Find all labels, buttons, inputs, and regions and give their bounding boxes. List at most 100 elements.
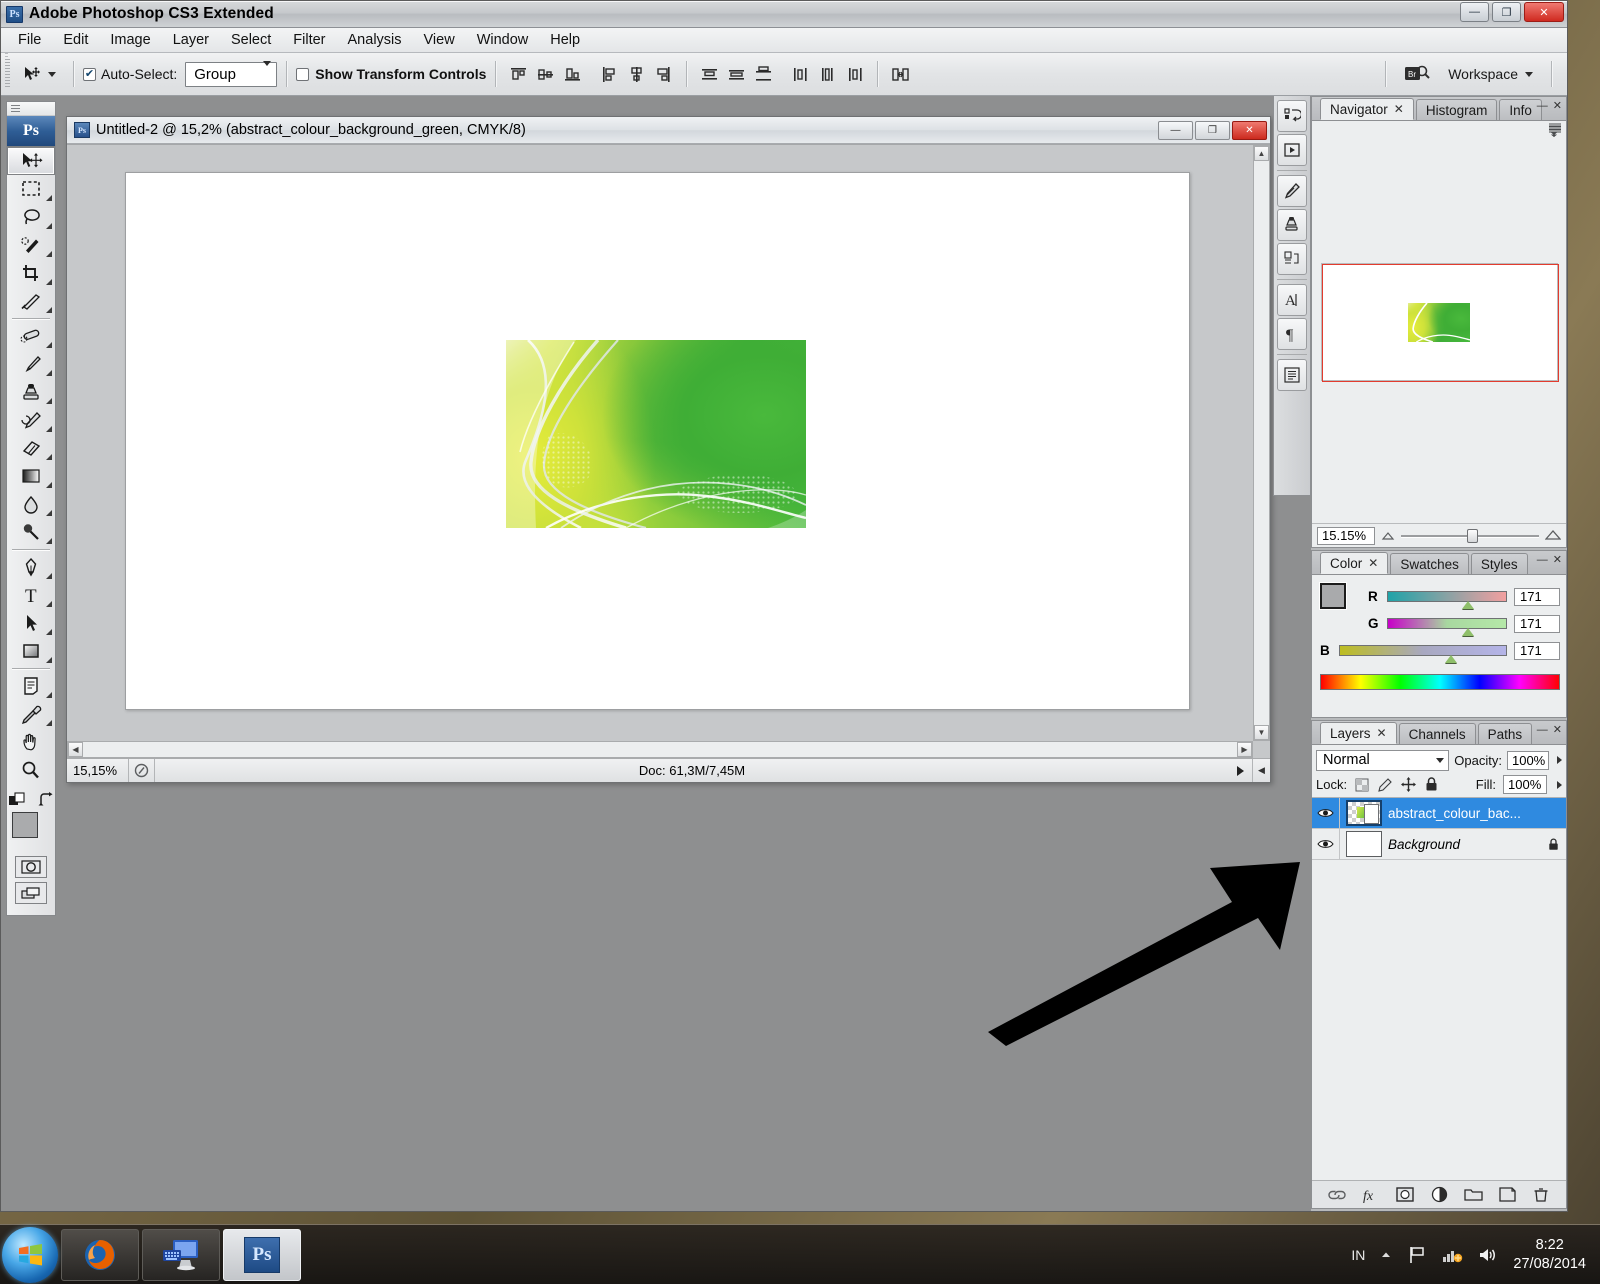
navigator-zoom-slider[interactable] [1401,527,1539,545]
document-close-button[interactable]: ✕ [1232,120,1267,140]
layer-visibility-toggle[interactable] [1312,829,1340,859]
lock-image-pixels-button[interactable] [1377,777,1393,793]
tab-channels[interactable]: Channels [1398,723,1476,744]
new-group-button[interactable] [1462,1185,1484,1205]
opacity-slider-arrow[interactable] [1557,756,1562,764]
new-layer-button[interactable] [1496,1185,1518,1205]
tab-histogram[interactable]: Histogram [1415,99,1498,120]
tab-swatches[interactable]: Swatches [1390,553,1469,574]
tool-history-brush[interactable] [7,406,55,434]
document-maximize-button[interactable]: ❐ [1195,120,1230,140]
canvas-horizontal-scrollbar[interactable]: ◀ ▶ [67,741,1253,758]
close-icon[interactable]: ✕ [1377,726,1387,740]
distribute-left-edges-button[interactable] [787,61,814,88]
color-spectrum-ramp[interactable] [1320,674,1560,690]
tool-presets-panel-button[interactable] [1277,100,1307,132]
options-bar-grip[interactable] [1,53,13,95]
tool-eyedropper[interactable] [7,700,55,728]
switch-colors-icon[interactable] [38,792,54,808]
tab-layers[interactable]: Layers ✕ [1320,722,1397,744]
default-colors-icon[interactable] [8,792,26,808]
brushes-panel-button[interactable] [1277,175,1307,207]
zoom-in-icon[interactable] [1545,529,1561,542]
menu-item-image[interactable]: Image [99,29,161,51]
menu-item-file[interactable]: File [7,29,52,51]
channel-ramp-r[interactable] [1387,591,1507,609]
foreground-color-swatch[interactable] [12,812,38,838]
canvas-vertical-scrollbar[interactable]: ▲ ▼ [1253,145,1270,741]
tool-quick-selection[interactable] [7,231,55,259]
channel-slider-knob-b[interactable] [1444,655,1457,663]
status-left-scroll-arrow[interactable]: ◀ [1252,759,1270,782]
toolbox-grip[interactable] [7,102,55,116]
menu-item-analysis[interactable]: Analysis [337,29,413,51]
layer-visibility-toggle[interactable] [1312,798,1340,828]
photoshop-taskbar-item[interactable]: Ps [223,1228,301,1281]
layer-thumbnail[interactable] [1346,831,1382,857]
color-panel-swatches[interactable] [1320,583,1362,623]
tool-notes[interactable] [7,672,55,700]
scroll-right-arrow[interactable]: ▶ [1237,742,1252,757]
close-icon[interactable]: ✕ [1553,723,1562,736]
tool-move[interactable] [7,147,55,175]
tool-gradient[interactable] [7,462,55,490]
quick-mask-mode-button[interactable] [15,856,47,878]
tab-navigator[interactable]: Navigator ✕ [1320,98,1414,120]
language-indicator[interactable]: IN [1351,1247,1365,1263]
new-adjustment-layer-button[interactable] [1428,1185,1450,1205]
volume-speaker-icon[interactable] [1477,1245,1499,1265]
layer-thumbnail[interactable] [1346,800,1382,826]
tool-path-selection[interactable] [7,609,55,637]
navigator-preview[interactable] [1312,121,1566,523]
channel-slider-knob-r[interactable] [1462,601,1475,609]
layers-panel-menu-button[interactable] [1547,122,1563,138]
fill-value-field[interactable]: 100% [1503,775,1547,794]
document-window[interactable]: Ps Untitled-2 @ 15,2% (abstract_colour_b… [66,116,1271,783]
close-icon[interactable]: ✕ [1394,102,1404,116]
channel-ramp-g[interactable] [1387,618,1507,636]
align-right-edges-button[interactable] [650,61,677,88]
tool-slice[interactable] [7,287,55,315]
zoom-out-icon[interactable] [1381,530,1395,542]
toolbox-photoshop-logo[interactable]: Ps [7,116,55,147]
layer-name[interactable]: abstract_colour_bac... [1388,806,1566,821]
align-horizontal-centers-button[interactable] [623,61,650,88]
screen-mode-button[interactable] [15,882,47,904]
auto-select-checkbox[interactable] [83,67,96,81]
distribute-bottom-edges-button[interactable] [750,61,777,88]
collapse-icon[interactable]: — [1537,724,1548,736]
distribute-top-edges-button[interactable] [696,61,723,88]
tool-blur[interactable] [7,490,55,518]
distribute-vertical-centers-button[interactable] [723,61,750,88]
layer-name[interactable]: Background [1388,837,1540,852]
firefox-taskbar-item[interactable] [61,1228,139,1281]
layer-comps-panel-button[interactable] [1277,359,1307,391]
tool-hand[interactable] [7,728,55,756]
network-icon[interactable] [1441,1245,1463,1265]
tool-clone-stamp[interactable] [7,378,55,406]
close-icon[interactable]: ✕ [1368,556,1378,570]
explorer-taskbar-item[interactable] [142,1228,220,1281]
tool-dodge[interactable] [7,518,55,546]
close-button[interactable]: ✕ [1524,2,1564,22]
tab-styles[interactable]: Styles [1470,553,1528,574]
menu-item-select[interactable]: Select [220,29,282,51]
status-zoom-level[interactable]: 15,15% [67,759,129,782]
show-transform-controls-checkbox[interactable] [296,67,310,81]
show-hidden-icons-chevron-up-icon[interactable] [1379,1248,1393,1262]
distribute-horizontal-centers-button[interactable] [814,61,841,88]
auto-select-target-dropdown[interactable]: Group [185,60,278,87]
minimize-button[interactable]: — [1460,2,1489,22]
clock[interactable]: 8:22 27/08/2014 [1513,1236,1586,1272]
status-menu-arrow[interactable] [1237,765,1244,776]
tool-rectangle-shape[interactable] [7,637,55,665]
tool-eraser[interactable] [7,434,55,462]
lock-all-button[interactable] [1423,777,1439,793]
tool-preset-picker[interactable] [16,60,46,88]
menu-item-layer[interactable]: Layer [162,29,220,51]
distribute-right-edges-button[interactable] [841,61,868,88]
link-layers-button[interactable] [1326,1185,1348,1205]
tab-paths[interactable]: Paths [1477,723,1533,744]
table-row[interactable]: Background [1312,829,1566,860]
channel-value-r[interactable]: 171 [1514,587,1560,606]
